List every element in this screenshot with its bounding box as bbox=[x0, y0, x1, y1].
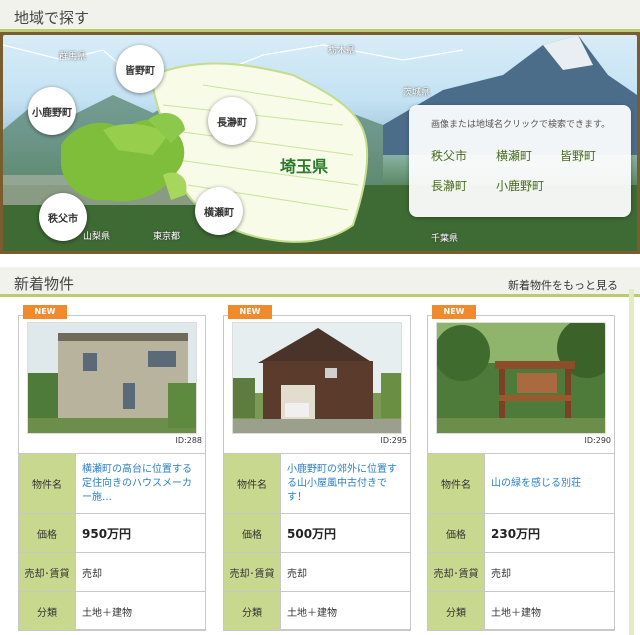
listing-spec-table: 物件名 山の緑を感じる別荘 価格 230万円 売却･賃貸 売却 分類 土地＋建物 bbox=[427, 453, 615, 631]
region-section-title: 地域で探す bbox=[14, 9, 90, 27]
bubble-nagatoro[interactable]: 長瀞町 bbox=[208, 97, 256, 145]
listing-sale-type: 売却 bbox=[75, 552, 206, 592]
listing-photo[interactable] bbox=[436, 322, 606, 434]
listing-spec-table: 物件名 横瀬町の高台に位置する定住向きのハウスメーカー施… 価格 950万円 売… bbox=[18, 453, 206, 631]
listing-spec-table: 物件名 小鹿野町の郊外に位置する山小屋風中古付きです！ 価格 500万円 売却･… bbox=[223, 453, 411, 631]
listing-id: ID:295 bbox=[380, 436, 407, 445]
listing-price: 230万円 bbox=[484, 513, 615, 553]
label-price: 価格 bbox=[18, 513, 76, 553]
bubble-ogano[interactable]: 小鹿野町 bbox=[28, 87, 76, 135]
listing-card[interactable]: NEW ID:290 物件名 山の緑を感じる別荘 価格 230万円 売却･賃貸 … bbox=[427, 305, 615, 631]
listing-id: ID:290 bbox=[584, 436, 611, 445]
map-label-ibaraki: 茨城県 bbox=[403, 88, 431, 98]
label-name: 物件名 bbox=[18, 453, 76, 514]
map-label-gunma: 群馬県 bbox=[59, 52, 87, 62]
region-hint-text: 画像または地域名クリックで検索できます。 bbox=[431, 120, 611, 130]
region-info-box: 画像または地域名クリックで検索できます。 秩父市 横瀬町 皆野町 長瀞町 小鹿野… bbox=[409, 105, 631, 217]
label-price: 価格 bbox=[427, 513, 485, 553]
listing-category: 土地＋建物 bbox=[75, 591, 206, 631]
label-sale-type: 売却･賃貸 bbox=[18, 552, 76, 592]
new-badge: NEW bbox=[228, 305, 272, 319]
town-link-minano[interactable]: 皆野町 bbox=[560, 147, 596, 164]
town-link-nagatoro[interactable]: 長瀞町 bbox=[431, 177, 467, 194]
bubble-chichibu[interactable]: 秩父市 bbox=[39, 193, 87, 241]
map-label-tokyo: 東京都 bbox=[153, 232, 181, 242]
listings-section-header: 新着物件 新着物件をもっと見る bbox=[0, 267, 640, 297]
label-sale-type: 売却･賃貸 bbox=[223, 552, 281, 592]
listing-price: 500万円 bbox=[280, 513, 411, 553]
listing-category: 土地＋建物 bbox=[484, 591, 615, 631]
listing-card[interactable]: NEW ID:288 物件名 横瀬町の高台に位置する定住向きのハウスメーカー施…… bbox=[18, 305, 206, 631]
label-category: 分類 bbox=[18, 591, 76, 631]
label-category: 分類 bbox=[223, 591, 281, 631]
listing-category: 土地＋建物 bbox=[280, 591, 411, 631]
map-label-saitama[interactable]: 埼玉県 bbox=[280, 153, 328, 177]
listing-photo[interactable] bbox=[27, 322, 197, 434]
listing-sale-type: 売却 bbox=[280, 552, 411, 592]
bubble-minano[interactable]: 皆野町 bbox=[116, 45, 164, 93]
listing-title-link[interactable]: 横瀬町の高台に位置する定住向きのハウスメーカー施… bbox=[82, 457, 205, 511]
new-badge: NEW bbox=[432, 305, 476, 319]
town-link-chichibu[interactable]: 秩父市 bbox=[431, 147, 467, 164]
region-map[interactable]: 群馬県 栃木県 茨城県 山梨県 東京都 千葉県 埼玉県 皆野町 小鹿野町 長瀞町… bbox=[3, 35, 637, 251]
listing-photo[interactable] bbox=[232, 322, 402, 434]
region-section-header: 地域で探す bbox=[0, 0, 640, 32]
town-link-ogano[interactable]: 小鹿野町 bbox=[496, 177, 544, 194]
listing-sale-type: 売却 bbox=[484, 552, 615, 592]
map-label-chiba: 千葉県 bbox=[431, 234, 459, 244]
region-map-panel: 群馬県 栃木県 茨城県 山梨県 東京都 千葉県 埼玉県 皆野町 小鹿野町 長瀞町… bbox=[0, 32, 640, 254]
listing-card[interactable]: NEW ID:295 物件名 小鹿野町の郊外に位置する山小屋風中古付きです！ 価… bbox=[223, 305, 411, 631]
map-label-yamanashi: 山梨県 bbox=[83, 232, 111, 242]
listing-id: ID:288 bbox=[175, 436, 202, 445]
town-link-yokoze[interactable]: 横瀬町 bbox=[496, 147, 532, 164]
label-name: 物件名 bbox=[427, 453, 485, 514]
listings-section-title: 新着物件 bbox=[14, 275, 75, 293]
label-name: 物件名 bbox=[223, 453, 281, 514]
label-price: 価格 bbox=[223, 513, 281, 553]
right-decor-strip bbox=[629, 289, 634, 635]
more-listings-link[interactable]: 新着物件をもっと見る bbox=[508, 277, 618, 293]
new-badge: NEW bbox=[23, 305, 67, 319]
listing-price: 950万円 bbox=[75, 513, 206, 553]
bubble-yokoze[interactable]: 横瀬町 bbox=[195, 187, 243, 235]
listing-title-link[interactable]: 小鹿野町の郊外に位置する山小屋風中古付きです！ bbox=[287, 457, 410, 511]
listing-title-link[interactable]: 山の緑を感じる別荘 bbox=[491, 471, 614, 497]
label-sale-type: 売却･賃貸 bbox=[427, 552, 485, 592]
label-category: 分類 bbox=[427, 591, 485, 631]
map-label-tochigi: 栃木県 bbox=[328, 46, 356, 56]
